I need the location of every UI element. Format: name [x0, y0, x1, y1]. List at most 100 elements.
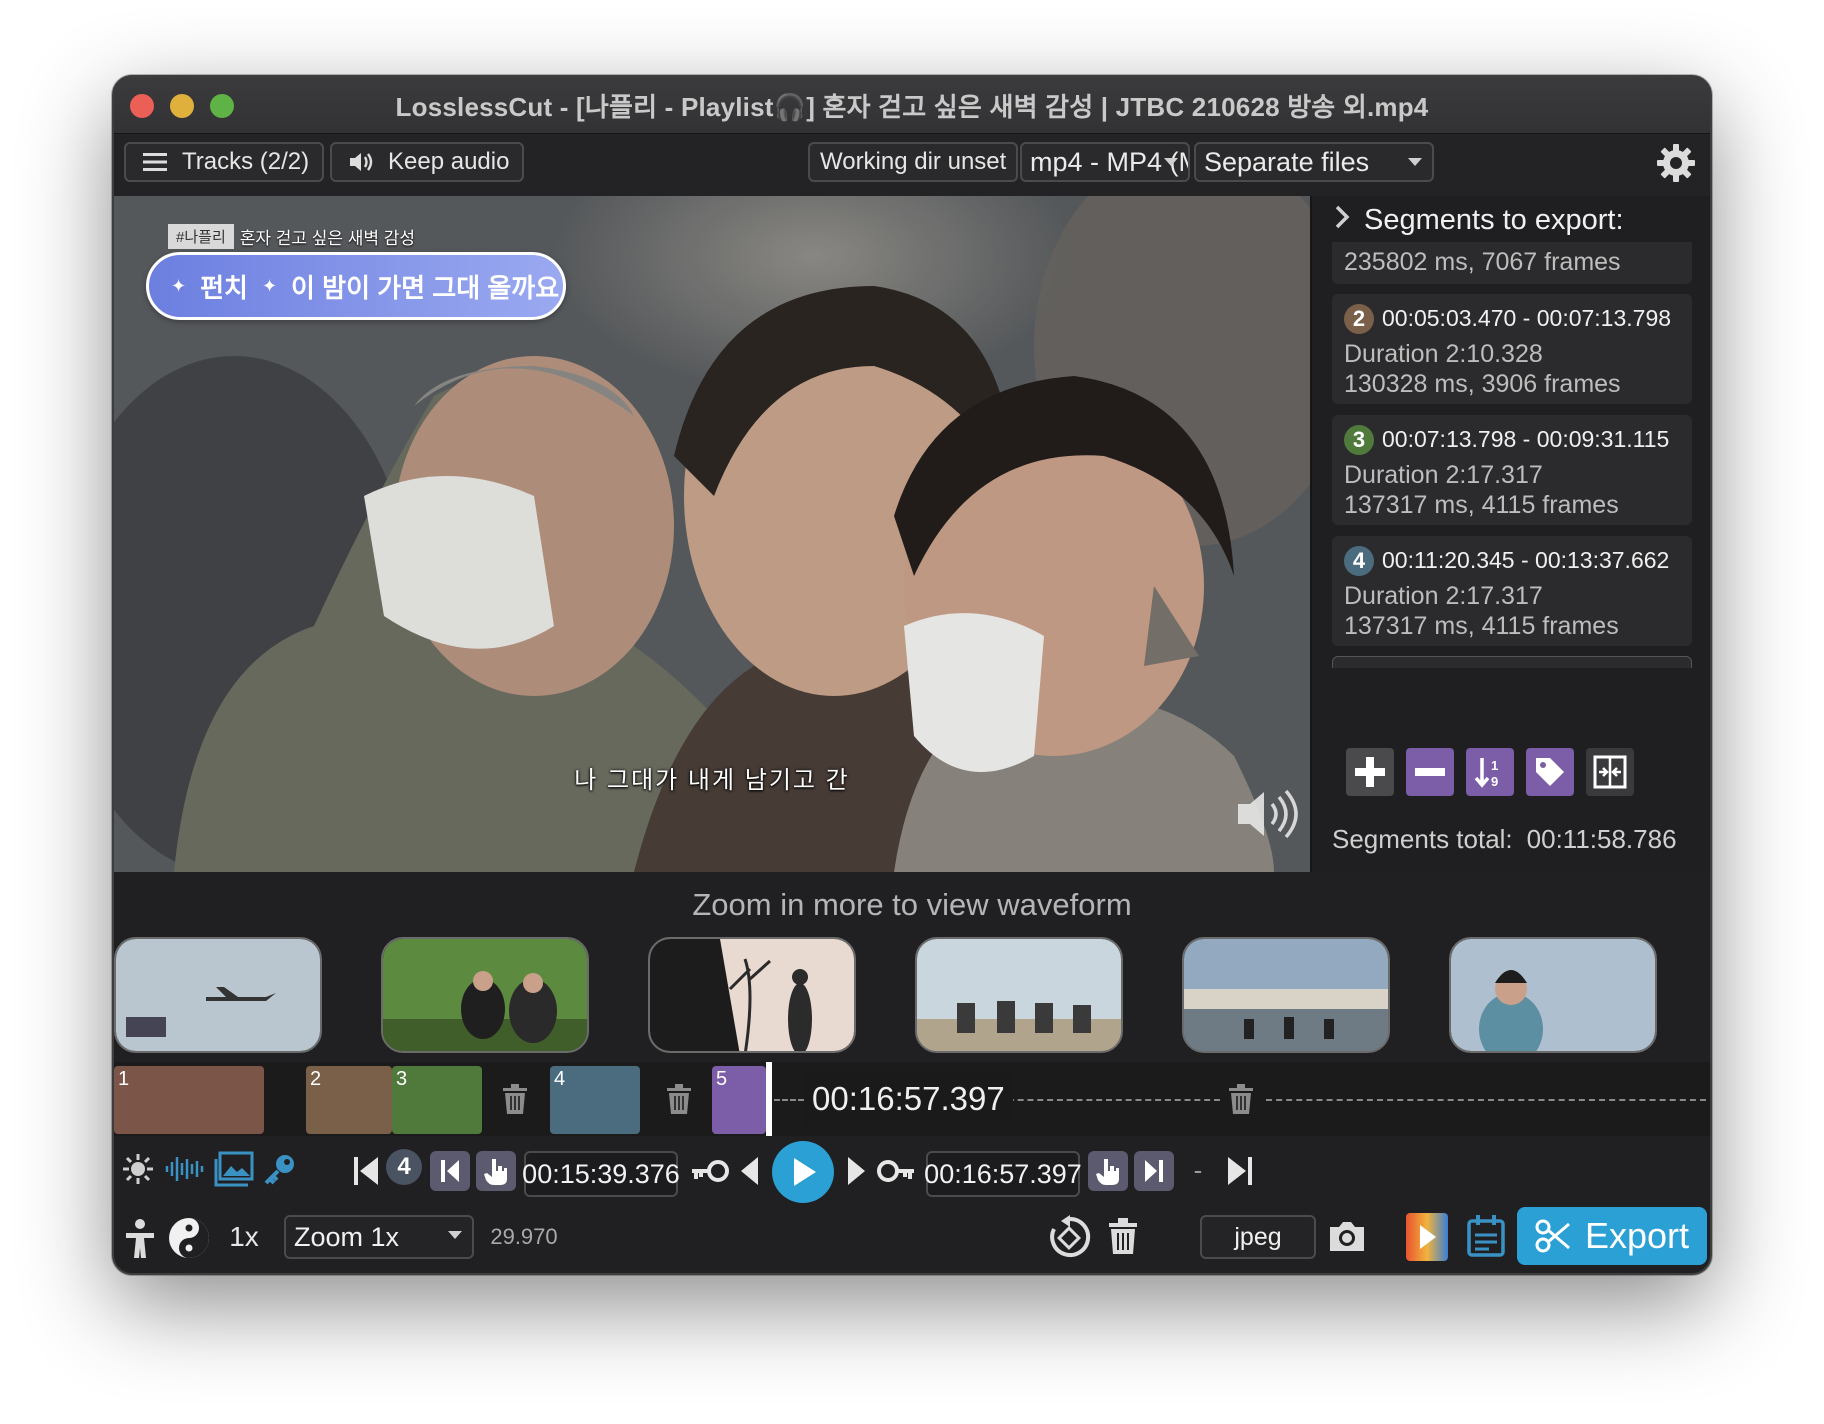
- camera-icon[interactable]: [1326, 1219, 1368, 1255]
- thumbnail: [1449, 937, 1657, 1053]
- set-end-button[interactable]: [1088, 1151, 1128, 1191]
- output-mode-select[interactable]: Separate files: [1194, 142, 1434, 182]
- segment-start-time[interactable]: 00:15:39.376: [522, 1151, 680, 1197]
- zoom-value: Zoom 1x: [294, 1221, 400, 1252]
- playback-speed[interactable]: 1x: [222, 1219, 266, 1255]
- zoom-select[interactable]: Zoom 1x: [284, 1215, 474, 1259]
- brightness-icon[interactable]: [122, 1153, 154, 1185]
- jump-segment-start-button[interactable]: [430, 1151, 470, 1191]
- tracks-button[interactable]: Tracks (2/2): [124, 142, 324, 182]
- segment-timeline[interactable]: 1 2 3 4 5 00:16:57.397: [114, 1062, 1710, 1136]
- video-hashtag: #나플리: [168, 224, 234, 249]
- image-icon[interactable]: [214, 1151, 254, 1187]
- minus-icon: [1415, 768, 1445, 776]
- reorder-segments-button[interactable]: 19: [1466, 748, 1514, 796]
- segment-frames: 137317 ms, 4115 frames: [1344, 612, 1619, 640]
- jump-segment-end-button[interactable]: [1134, 1151, 1174, 1191]
- scissors-icon: [1535, 1219, 1570, 1253]
- trash-icon[interactable]: [666, 1084, 692, 1114]
- export-button[interactable]: Export: [1517, 1207, 1707, 1265]
- jump-start-icon[interactable]: [352, 1155, 380, 1187]
- segment-frames: 130328 ms, 3906 frames: [1344, 370, 1621, 398]
- playhead[interactable]: [766, 1062, 772, 1136]
- remove-segment-button[interactable]: [1406, 748, 1454, 796]
- cursor-time: 00:16:57.397: [804, 1072, 1013, 1126]
- split-icon: [1593, 755, 1627, 789]
- segment-card-partial[interactable]: 235802 ms, 7067 frames: [1332, 242, 1692, 284]
- tracks-label: Tracks (2/2): [182, 148, 310, 175]
- key-left-icon[interactable]: [690, 1157, 730, 1185]
- timeline-segment-label: 4: [554, 1068, 566, 1090]
- segment-card-4[interactable]: 4 00:11:20.345 - 00:13:37.662 Duration 2:…: [1332, 536, 1692, 646]
- waveform-zoom-message: Zoom in more to view waveform: [692, 887, 1132, 922]
- trash-icon[interactable]: [1228, 1084, 1254, 1114]
- segment-card-2[interactable]: 2 00:05:03.470 - 00:07:13.798 Duration 2:…: [1332, 294, 1692, 404]
- accessibility-icon[interactable]: [124, 1217, 156, 1261]
- label-segment-button[interactable]: [1526, 748, 1574, 796]
- split-segment-button[interactable]: [1586, 748, 1634, 796]
- minimize-window-button[interactable]: [170, 94, 194, 118]
- svg-text:1: 1: [1491, 758, 1498, 773]
- format-select[interactable]: mp4 - MP4 (MPEG-4 Part 14): [1020, 142, 1190, 182]
- segment-end-time-value: 00:16:57.397: [924, 1158, 1082, 1189]
- gap-line: [1266, 1099, 1706, 1101]
- thumbnail: [915, 937, 1123, 1053]
- chevron-down-icon: [448, 1231, 462, 1239]
- settings-gear-icon[interactable]: [1654, 141, 1698, 185]
- rotate-icon[interactable]: [1048, 1215, 1092, 1259]
- segment-range-line: 3 00:07:13.798 - 00:09:31.115: [1344, 425, 1670, 456]
- next-frame-icon[interactable]: [844, 1155, 868, 1187]
- timeline-segment-1[interactable]: 1: [114, 1066, 264, 1134]
- segment-number-badge: 2: [1344, 304, 1374, 335]
- timeline-segment-3[interactable]: 3: [392, 1066, 482, 1134]
- set-start-button[interactable]: [476, 1151, 516, 1191]
- key-icon[interactable]: [262, 1151, 298, 1187]
- timeline-segment-2[interactable]: 2: [306, 1066, 392, 1134]
- window-controls: [130, 94, 234, 118]
- close-window-button[interactable]: [130, 94, 154, 118]
- yin-yang-icon[interactable]: [166, 1215, 212, 1261]
- waveform-icon[interactable]: [164, 1153, 204, 1185]
- segment-duration: Duration 2:17.317: [1344, 582, 1543, 610]
- working-dir-button[interactable]: Working dir unset: [808, 142, 1018, 182]
- segment-range-line: 2 00:05:03.470 - 00:07:13.798: [1344, 304, 1671, 335]
- pill-right-text: 이 밤이 가면 그대 올까요: [291, 272, 560, 303]
- video-title-pill: ✦ 펀치 ✦ 이 밤이 가면 그대 올까요: [146, 252, 566, 320]
- maximize-window-button[interactable]: [210, 94, 234, 118]
- window-title: LosslessCut - [나플리 - Playlist🎧] 혼자 걷고 싶은…: [395, 91, 1429, 122]
- bottom-bar: 1x Zoom 1x 29.970 jpeg Export: [114, 1205, 1710, 1273]
- keep-audio-button[interactable]: Keep audio: [330, 142, 524, 182]
- export-list-icon[interactable]: [1466, 1215, 1506, 1257]
- sort-numeric-icon: 19: [1474, 758, 1498, 789]
- segment-range: 00:07:13.798 - 00:09:31.115: [1382, 426, 1670, 452]
- timeline-segment-4[interactable]: 4: [550, 1066, 640, 1134]
- prev-frame-icon[interactable]: [738, 1155, 762, 1187]
- current-segment-badge[interactable]: 4: [386, 1149, 422, 1185]
- pill-left-text: 펀치: [200, 272, 248, 303]
- add-segment-button[interactable]: [1346, 748, 1394, 796]
- export-preview-icon[interactable]: [1404, 1211, 1450, 1263]
- trash-icon[interactable]: [502, 1084, 528, 1114]
- trash-icon[interactable]: [1108, 1217, 1138, 1255]
- segment-end-time[interactable]: 00:16:57.397: [924, 1151, 1082, 1197]
- volume-icon[interactable]: [1234, 786, 1298, 842]
- working-dir-label: Working dir unset: [820, 148, 1007, 175]
- thumbnail-strip[interactable]: [114, 937, 1710, 1059]
- segment-card-3[interactable]: 3 00:07:13.798 - 00:09:31.115 Duration 2:…: [1332, 415, 1692, 525]
- capture-format-button[interactable]: jpeg: [1200, 1215, 1316, 1259]
- jump-end-icon[interactable]: [1226, 1155, 1254, 1187]
- hand-pointer-icon: [484, 1159, 507, 1185]
- timeline-segment-5[interactable]: 5: [712, 1066, 766, 1134]
- timeline-segment-label: 2: [310, 1068, 322, 1090]
- video-player[interactable]: #나플리 혼자 걷고 싶은 새벽 감성 ✦ 펀치 ✦ 이 밤이 가면 그대 올까…: [114, 196, 1310, 872]
- fps-value[interactable]: 29.970: [484, 1221, 564, 1253]
- segments-header[interactable]: Segments to export:: [1334, 204, 1624, 237]
- segments-sidebar: Segments to export: 235802 ms, 7067 fram…: [1310, 196, 1710, 872]
- play-icon: [794, 1158, 816, 1186]
- play-button[interactable]: [772, 1141, 834, 1203]
- list-icon: [142, 152, 168, 172]
- export-label: Export: [1584, 1215, 1690, 1256]
- segment-card-5-partial[interactable]: [1332, 656, 1692, 668]
- skip-start-icon: [441, 1160, 459, 1182]
- key-right-icon[interactable]: [876, 1157, 916, 1185]
